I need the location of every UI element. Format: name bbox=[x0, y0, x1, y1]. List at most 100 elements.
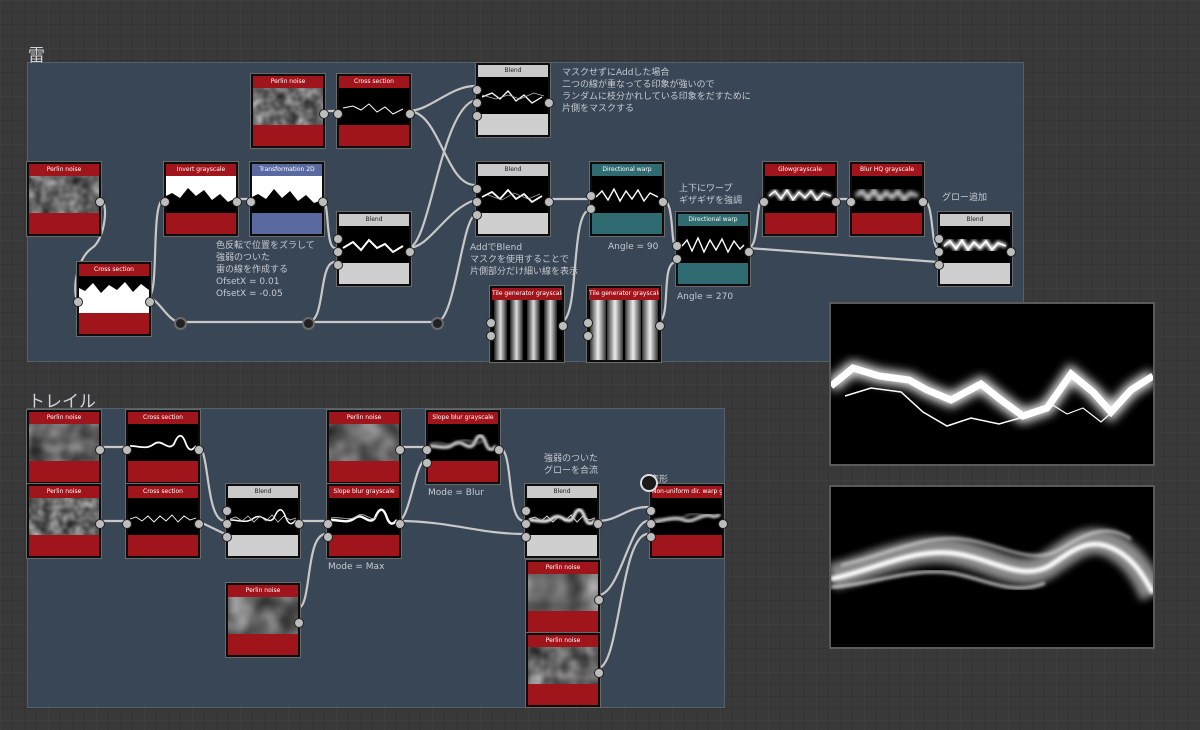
output-port[interactable] bbox=[831, 197, 841, 207]
input-port[interactable] bbox=[934, 234, 944, 244]
input-port[interactable] bbox=[486, 331, 496, 341]
output-port[interactable] bbox=[1006, 247, 1016, 257]
output-port[interactable] bbox=[718, 519, 728, 529]
node-tile-generator-grayscale[interactable]: Tile generator grayscale bbox=[486, 286, 568, 362]
output-port[interactable] bbox=[593, 519, 603, 529]
output-port[interactable] bbox=[395, 445, 405, 455]
input-port[interactable] bbox=[333, 260, 343, 270]
input-port[interactable] bbox=[323, 519, 333, 529]
output-port[interactable] bbox=[294, 519, 304, 529]
output-port[interactable] bbox=[194, 519, 204, 529]
reroute-point[interactable] bbox=[302, 317, 315, 330]
node-perlin-noise[interactable]: Perlin noise bbox=[27, 162, 105, 236]
output-port[interactable] bbox=[544, 197, 554, 207]
input-port[interactable] bbox=[934, 260, 944, 270]
input-port[interactable] bbox=[222, 506, 232, 516]
output-port[interactable] bbox=[405, 247, 415, 257]
node-slope-blur-grayscale[interactable]: Slope blur grayscale bbox=[422, 410, 504, 484]
output-port[interactable] bbox=[918, 197, 928, 207]
input-port[interactable] bbox=[521, 532, 531, 542]
node-cross-section[interactable]: Cross section bbox=[122, 484, 204, 558]
node-perlin-noise[interactable]: Perlin noise bbox=[27, 484, 105, 558]
input-port[interactable] bbox=[521, 506, 531, 516]
input-port[interactable] bbox=[759, 197, 769, 207]
output-port[interactable] bbox=[395, 519, 405, 529]
input-port[interactable] bbox=[422, 445, 432, 455]
node-cross-section[interactable]: Cross section bbox=[333, 74, 415, 148]
input-port[interactable] bbox=[646, 532, 656, 542]
node-perlin-noise[interactable]: Perlin noise bbox=[327, 410, 405, 484]
input-port[interactable] bbox=[422, 458, 432, 468]
output-port[interactable] bbox=[494, 445, 504, 455]
node-blend[interactable]: Blend bbox=[222, 484, 304, 558]
node-blend[interactable]: Blend bbox=[521, 484, 603, 558]
input-port[interactable] bbox=[222, 519, 232, 529]
input-port[interactable] bbox=[472, 184, 482, 194]
input-port[interactable] bbox=[333, 234, 343, 244]
output-port[interactable] bbox=[145, 297, 155, 307]
output-port[interactable] bbox=[594, 668, 604, 678]
node-perlin-noise[interactable]: Perlin noise bbox=[226, 583, 304, 657]
input-port[interactable] bbox=[646, 506, 656, 516]
node-directional-warp[interactable]: Directional warp bbox=[672, 212, 754, 286]
node-perlin-noise[interactable]: Perlin noise bbox=[526, 633, 604, 707]
input-port[interactable] bbox=[472, 111, 482, 121]
input-port[interactable] bbox=[246, 197, 256, 207]
reroute-point[interactable] bbox=[431, 317, 444, 330]
input-port[interactable] bbox=[486, 318, 496, 328]
input-port[interactable] bbox=[846, 197, 856, 207]
output-port[interactable] bbox=[744, 247, 754, 257]
input-port[interactable] bbox=[122, 445, 132, 455]
output-port[interactable] bbox=[319, 109, 329, 119]
reroute-point[interactable] bbox=[174, 317, 187, 330]
node-tile-generator-grayscale[interactable]: Tile generator grayscale bbox=[583, 286, 665, 362]
node-glow-grayscale[interactable]: Glowgrayscale bbox=[759, 162, 841, 236]
node-blend[interactable]: Blend bbox=[333, 212, 415, 286]
output-port[interactable] bbox=[658, 197, 668, 207]
node-perlin-noise[interactable]: Perlin noise bbox=[251, 74, 329, 148]
output-port[interactable] bbox=[194, 445, 204, 455]
input-port[interactable] bbox=[333, 247, 343, 257]
output-port[interactable] bbox=[405, 109, 415, 119]
input-port[interactable] bbox=[472, 85, 482, 95]
output-port[interactable] bbox=[294, 618, 304, 628]
node-cross-section[interactable]: Cross section bbox=[122, 410, 204, 484]
node-blur-hq-grayscale[interactable]: Blur HQ grayscale bbox=[846, 162, 928, 236]
output-port[interactable] bbox=[95, 519, 105, 529]
input-port[interactable] bbox=[646, 519, 656, 529]
input-port[interactable] bbox=[73, 297, 83, 307]
node-transformation-2d[interactable]: Transformation 2D bbox=[246, 162, 328, 236]
node-perlin-noise[interactable]: Perlin noise bbox=[526, 560, 604, 634]
node-blend[interactable]: Blend bbox=[472, 162, 554, 236]
node-invert-grayscale[interactable]: Invert grayscale bbox=[160, 162, 242, 236]
pin-icon[interactable] bbox=[640, 474, 658, 492]
node-slope-blur-grayscale[interactable]: Slope blur grayscale bbox=[323, 484, 405, 558]
output-port[interactable] bbox=[544, 98, 554, 108]
input-port[interactable] bbox=[323, 532, 333, 542]
input-port[interactable] bbox=[521, 519, 531, 529]
input-port[interactable] bbox=[472, 197, 482, 207]
node-blend[interactable]: Blend bbox=[472, 63, 554, 137]
input-port[interactable] bbox=[586, 204, 596, 214]
output-port[interactable] bbox=[95, 445, 105, 455]
input-port[interactable] bbox=[160, 197, 170, 207]
input-port[interactable] bbox=[586, 191, 596, 201]
output-port[interactable] bbox=[318, 197, 328, 207]
node-perlin-noise[interactable]: Perlin noise bbox=[27, 410, 105, 484]
output-port[interactable] bbox=[558, 321, 568, 331]
input-port[interactable] bbox=[222, 532, 232, 542]
output-port[interactable] bbox=[594, 595, 604, 605]
node-non-uniform-dir-warp[interactable]: Non-uniform dir. warp gr... bbox=[646, 484, 728, 558]
output-port[interactable] bbox=[232, 197, 242, 207]
input-port[interactable] bbox=[672, 241, 682, 251]
input-port[interactable] bbox=[583, 331, 593, 341]
node-cross-section[interactable]: Cross section bbox=[73, 262, 155, 336]
input-port[interactable] bbox=[672, 254, 682, 264]
input-port[interactable] bbox=[472, 98, 482, 108]
input-port[interactable] bbox=[472, 210, 482, 220]
input-port[interactable] bbox=[333, 109, 343, 119]
output-port[interactable] bbox=[655, 321, 665, 331]
node-directional-warp[interactable]: Directional warp bbox=[586, 162, 668, 236]
input-port[interactable] bbox=[583, 318, 593, 328]
input-port[interactable] bbox=[122, 519, 132, 529]
